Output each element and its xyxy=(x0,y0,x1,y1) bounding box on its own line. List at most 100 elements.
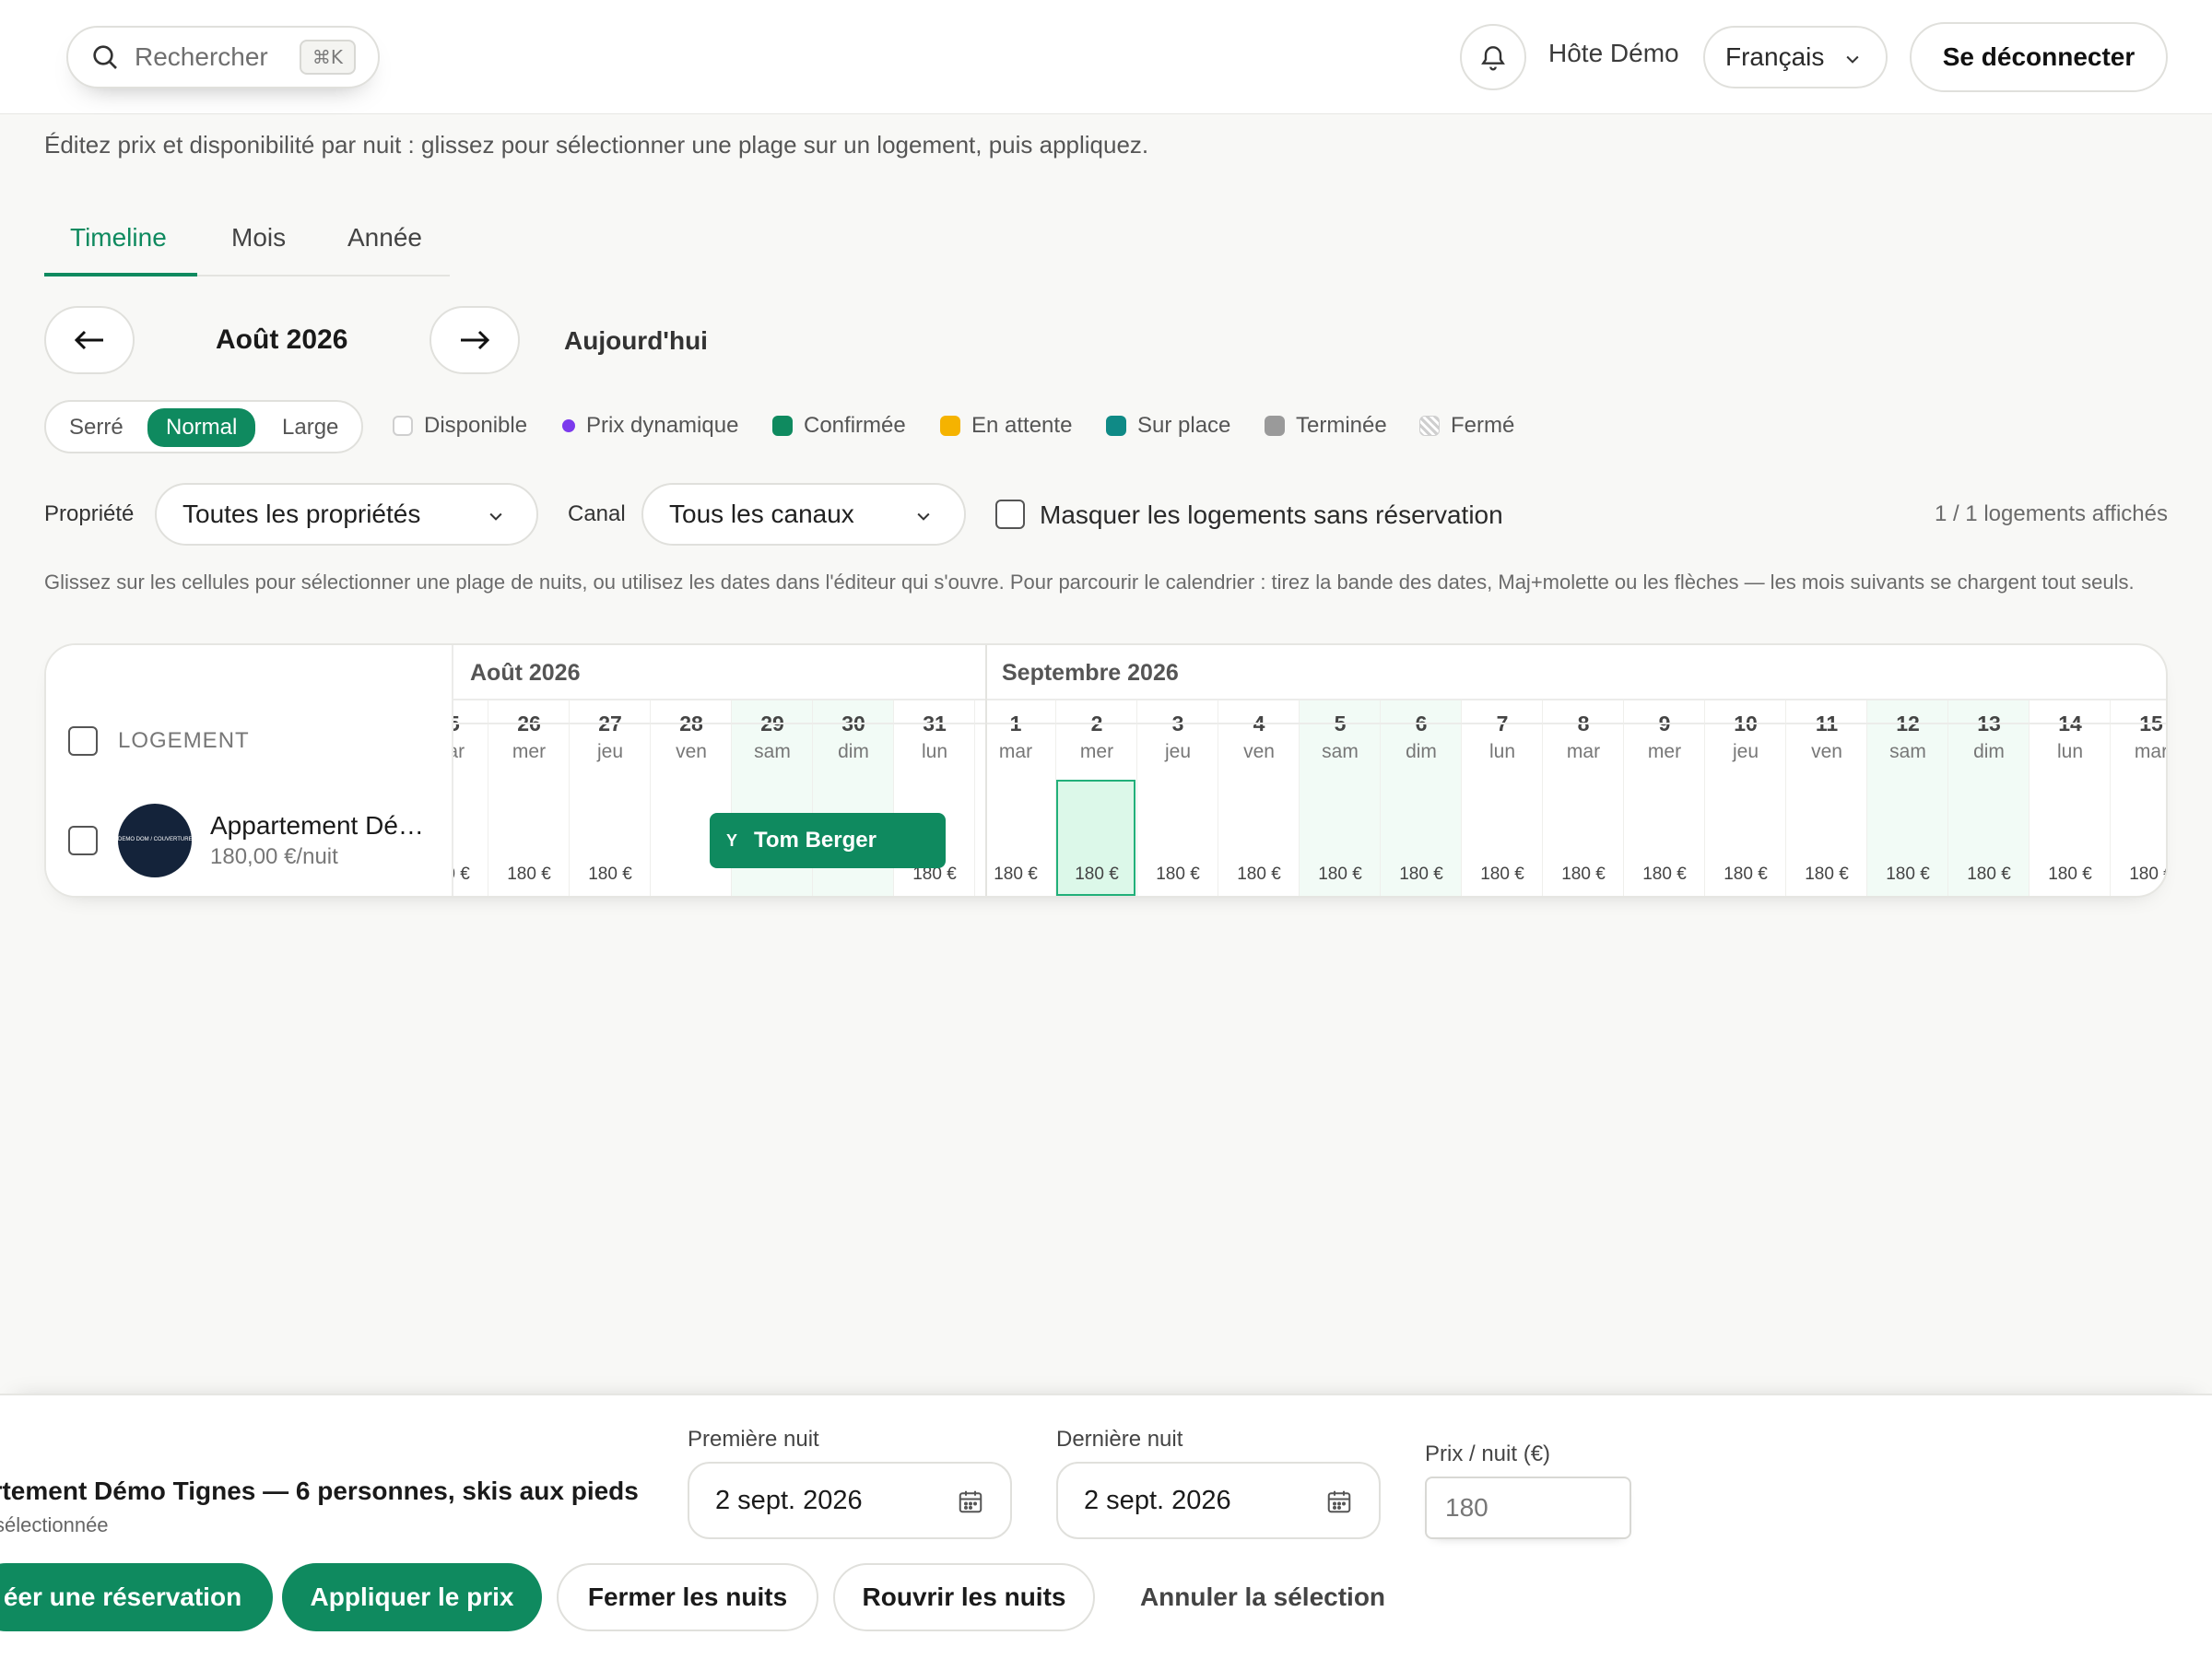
day-name: sam xyxy=(754,741,791,762)
listing-checkbox[interactable] xyxy=(68,826,98,855)
notifications-button[interactable] xyxy=(1460,24,1526,90)
day-column[interactable]: 25mar180 € xyxy=(453,700,488,896)
night-price[interactable]: 180 € xyxy=(1056,865,1137,885)
density-large[interactable]: Large xyxy=(282,411,338,444)
arrow-left-icon xyxy=(74,330,103,350)
night-price[interactable]: 180 € xyxy=(1381,865,1462,885)
night-price[interactable]: 180 € xyxy=(1786,865,1867,885)
timeline-scroll-area[interactable]: Août 2026 Septembre 2026 25mar180 €26mer… xyxy=(453,645,2166,896)
day-name: mar xyxy=(1566,741,1601,762)
night-price[interactable]: 180 € xyxy=(1137,865,1218,885)
day-column[interactable]: 9mer180 € xyxy=(1624,700,1705,896)
night-price[interactable]: 180 € xyxy=(570,865,651,885)
day-name: lun xyxy=(2056,741,2084,762)
tab-timeline[interactable]: Timeline xyxy=(70,223,167,253)
legend-label: Sur place xyxy=(1137,413,1231,438)
last-night-label: Dernière nuit xyxy=(1056,1427,1183,1452)
day-name: dim xyxy=(1406,741,1437,762)
listing-name[interactable]: Appartement Dé… xyxy=(210,811,441,841)
today-button[interactable]: Aujourd'hui xyxy=(564,326,708,356)
day-column[interactable]: 14 lun 180 € xyxy=(2030,700,2111,896)
day-column[interactable]: 11 ven 180 € xyxy=(1786,700,1867,896)
tab-mois[interactable]: Mois xyxy=(231,223,286,253)
day-column[interactable]: 6dim180 € xyxy=(1381,700,1462,896)
night-price[interactable]: 180 € xyxy=(1218,865,1300,885)
property-select[interactable]: Toutes les propriétés xyxy=(155,483,538,546)
day-column[interactable]: 26 mer 180 € xyxy=(488,700,570,896)
search-box[interactable]: Rechercher ⌘K xyxy=(66,26,380,88)
night-price[interactable]: 180 € xyxy=(1867,865,1948,885)
listings-count: 1 / 1 logements affichés xyxy=(1934,501,2168,526)
night-price[interactable]: 180 € xyxy=(453,865,488,885)
listing-thumbnail: DEMO DOM / COUVERTURE xyxy=(118,804,192,877)
day-column[interactable]: 5sam180 € xyxy=(1300,700,1381,896)
create-booking-button[interactable]: éer une réservation xyxy=(0,1563,273,1631)
day-column[interactable]: 8mar180 € xyxy=(1543,700,1624,896)
day-header-divider xyxy=(453,723,2166,724)
day-name: ven xyxy=(676,741,707,762)
price-input[interactable]: 180 xyxy=(1425,1477,1631,1539)
hide-empty-label: Masquer les logements sans réservation xyxy=(1040,500,1503,529)
day-column[interactable]: 3jeu180 € xyxy=(1137,700,1218,896)
search-icon xyxy=(93,45,117,69)
day-name: ven xyxy=(1811,741,1842,762)
day-column[interactable]: 1mar180 € xyxy=(975,700,1056,896)
night-price[interactable]: 180 € xyxy=(488,865,570,885)
reopen-nights-button[interactable]: Rouvrir les nuits xyxy=(833,1563,1095,1631)
first-night-input[interactable]: 2 sept. 2026 xyxy=(688,1462,1012,1539)
cancel-selection-button[interactable]: Annuler la sélection xyxy=(1124,1563,1401,1631)
density-toggle: Serré Normal Large xyxy=(44,400,363,453)
apply-price-button[interactable]: Appliquer le prix xyxy=(282,1563,542,1631)
night-price[interactable]: 180 € xyxy=(1705,865,1786,885)
hide-empty-checkbox[interactable] xyxy=(995,500,1025,529)
day-name: jeu xyxy=(1164,741,1192,762)
day-name: mer xyxy=(1647,741,1682,762)
day-name: ven xyxy=(1243,741,1275,762)
night-price[interactable]: 180 € xyxy=(1462,865,1543,885)
day-column[interactable]: 27 jeu 180 € xyxy=(570,700,651,896)
day-column[interactable]: 10 jeu 180 € xyxy=(1705,700,1786,896)
current-month: Août 2026 xyxy=(216,324,348,355)
logement-header: LOGEMENT xyxy=(118,728,250,753)
density-normal[interactable]: Normal xyxy=(147,408,256,447)
next-month-button[interactable] xyxy=(429,306,520,374)
listing-column: LOGEMENT DEMO DOM / COUVERTURE Apparteme… xyxy=(46,645,453,896)
previous-month-button[interactable] xyxy=(44,306,135,374)
arrow-right-icon xyxy=(461,330,490,350)
top-bar: Rechercher ⌘K Hôte Démo Français Se déco… xyxy=(0,0,2212,114)
select-all-checkbox[interactable] xyxy=(68,726,98,756)
calendar-icon xyxy=(959,1490,982,1513)
day-column[interactable]: 15mar180 € xyxy=(2111,700,2166,896)
legend-label: Disponible xyxy=(424,413,528,438)
legend-disponible: Disponible xyxy=(393,413,527,439)
night-price[interactable]: 180 € xyxy=(1948,865,2030,885)
logout-button[interactable]: Se déconnecter xyxy=(1910,22,2168,92)
last-night-input[interactable]: 2 sept. 2026 xyxy=(1056,1462,1381,1539)
legend-terminee: Terminée xyxy=(1265,413,1387,439)
language-select[interactable]: Français xyxy=(1703,26,1888,88)
close-nights-button[interactable]: Fermer les nuits xyxy=(557,1563,818,1631)
day-name: lun xyxy=(1488,741,1516,762)
day-name: jeu xyxy=(1732,741,1759,762)
legend-prix-dynamique: Prix dynamique xyxy=(562,413,738,439)
tab-annee[interactable]: Année xyxy=(347,223,422,253)
day-column[interactable]: 4ven180 € xyxy=(1218,700,1300,896)
view-tabs: Timeline Mois Année xyxy=(44,210,450,276)
channel-select[interactable]: Tous les canaux xyxy=(641,483,966,546)
night-price[interactable]: 180 € xyxy=(1300,865,1381,885)
day-column[interactable]: 2mer180 € xyxy=(1056,700,1137,896)
night-price[interactable]: 180 € xyxy=(975,865,1056,885)
day-column[interactable]: 7lun180 € xyxy=(1462,700,1543,896)
night-price[interactable]: 180 € xyxy=(1624,865,1705,885)
day-column[interactable]: 13 dim 180 € xyxy=(1948,700,2030,896)
night-price[interactable]: 180 € xyxy=(1543,865,1624,885)
day-column[interactable]: 12 sam 180 € xyxy=(1867,700,1948,896)
night-price[interactable]: 180 € xyxy=(2111,865,2166,885)
chevron-down-icon xyxy=(917,512,930,521)
day-name: mer xyxy=(512,741,547,762)
booking-bar[interactable]: Y Tom Berger xyxy=(710,813,946,868)
density-serre[interactable]: Serré xyxy=(69,411,124,444)
channel-letter: Y xyxy=(726,830,738,850)
legend-label: Prix dynamique xyxy=(586,413,739,438)
night-price[interactable]: 180 € xyxy=(2030,865,2111,885)
